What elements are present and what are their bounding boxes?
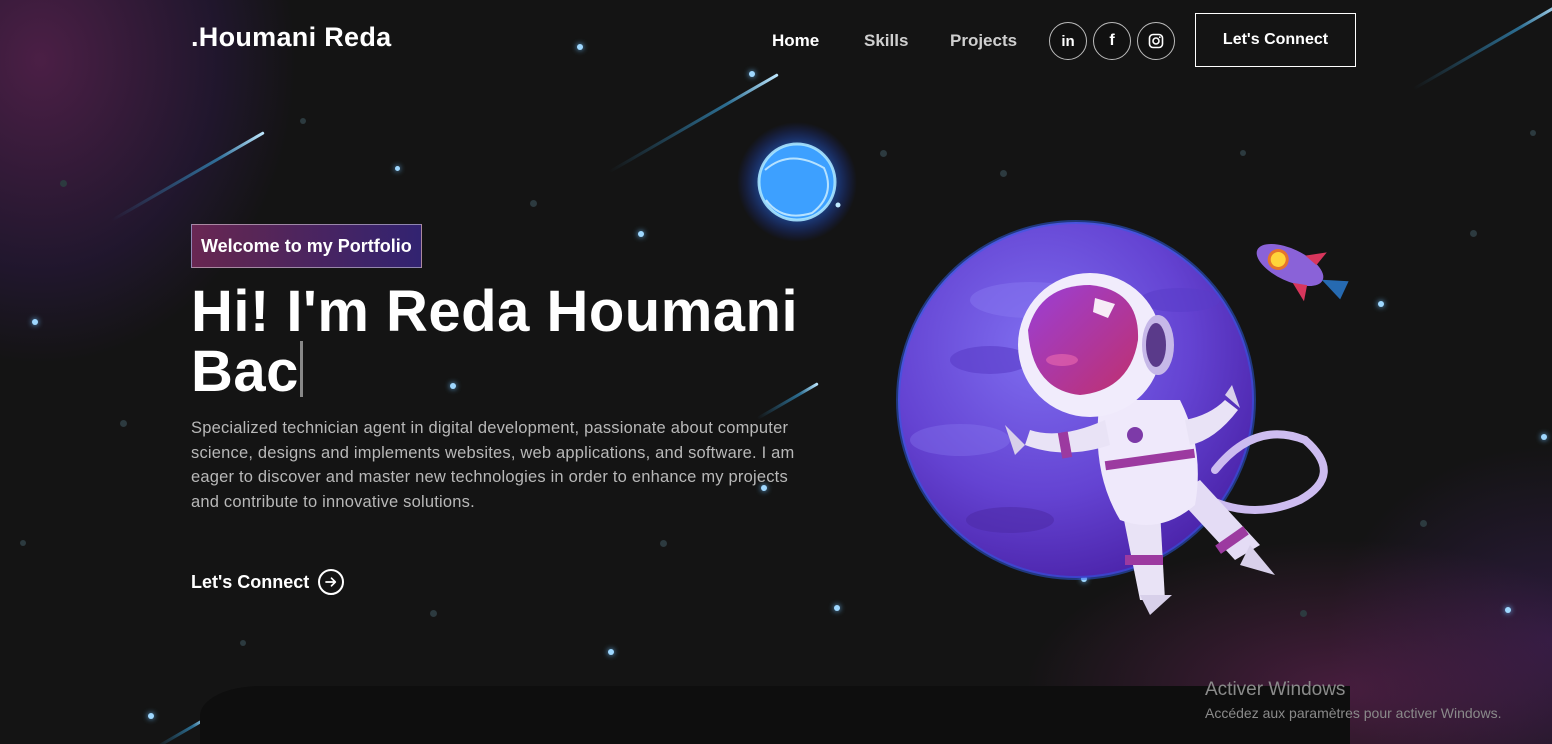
activate-windows-title: Activer Windows (1205, 679, 1346, 700)
glowing-orb (737, 122, 857, 242)
astronaut-illustration (737, 122, 1349, 615)
activate-windows-subtitle: Accédez aux paramètres pour activer Wind… (1205, 705, 1502, 721)
rocket (1256, 243, 1349, 302)
